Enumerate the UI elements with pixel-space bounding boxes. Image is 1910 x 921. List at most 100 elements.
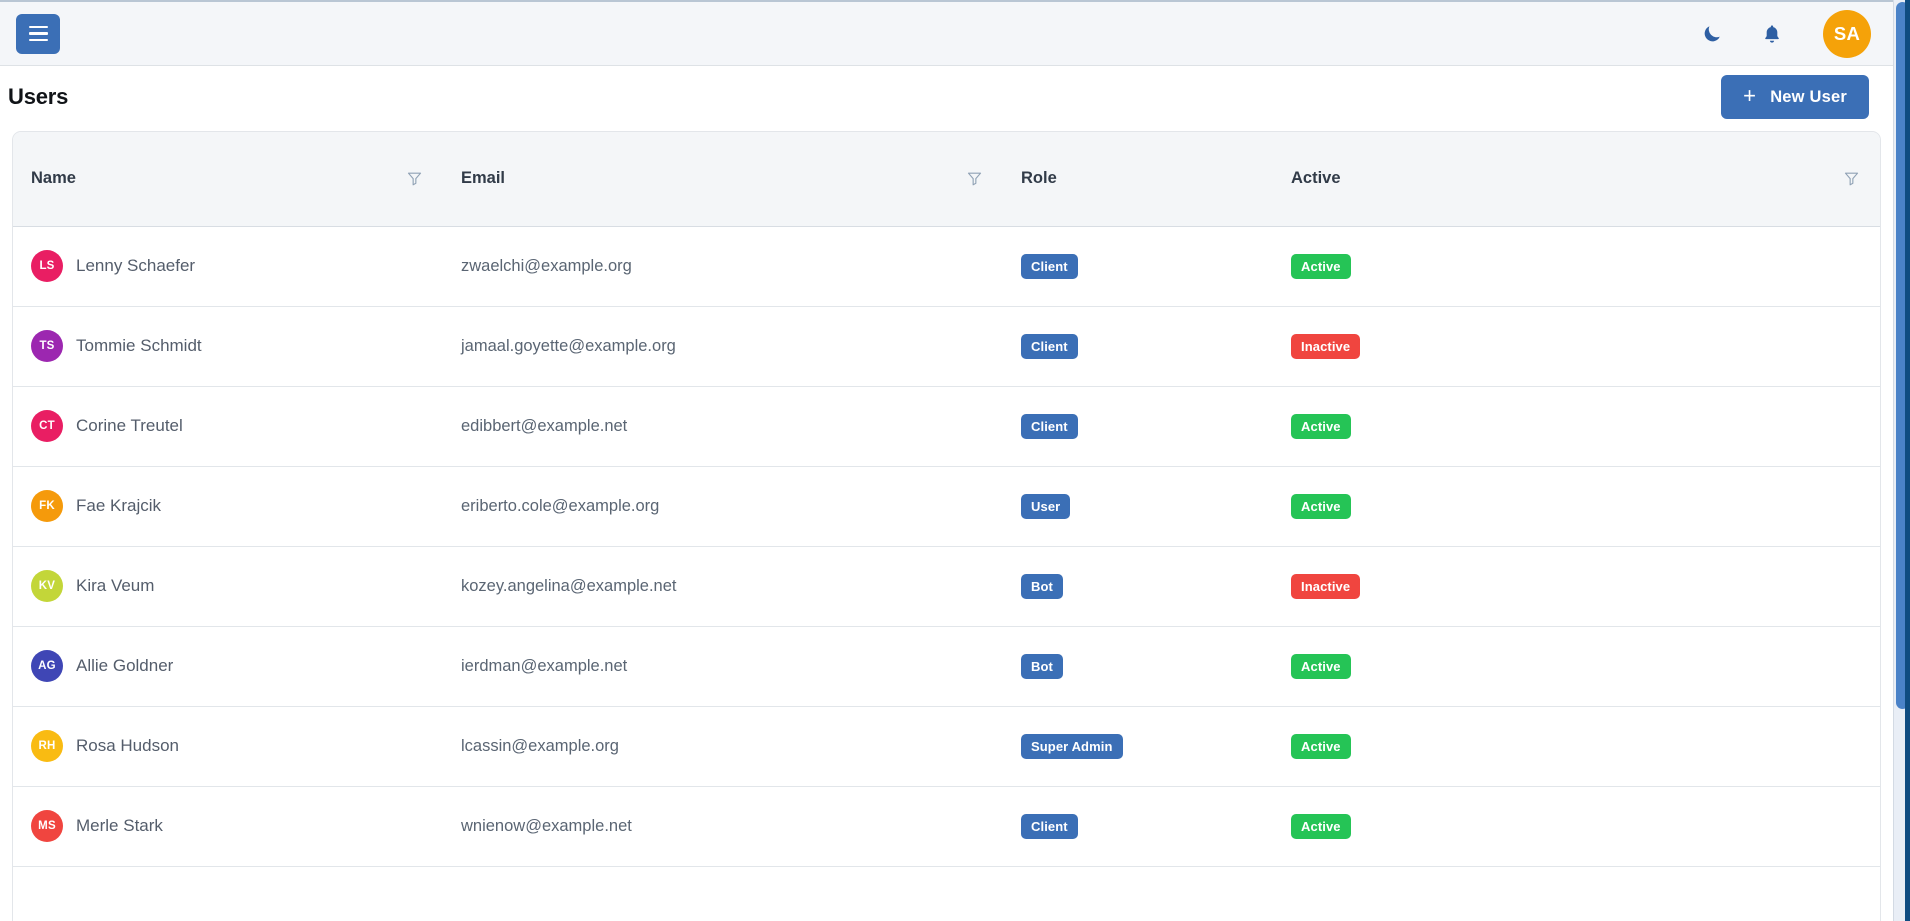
role-badge: Client bbox=[1021, 814, 1078, 839]
cell-active: Active bbox=[1273, 706, 1880, 786]
status-badge: Active bbox=[1291, 654, 1351, 679]
window-edge bbox=[1905, 0, 1910, 921]
cell-role: Super Admin bbox=[1003, 706, 1273, 786]
page-title: Users bbox=[8, 84, 68, 110]
cell-email: edibbert@example.net bbox=[443, 386, 1003, 466]
cell-role: Client bbox=[1003, 306, 1273, 386]
user-name: Lenny Schaefer bbox=[76, 256, 195, 276]
avatar: TS bbox=[31, 330, 63, 362]
avatar: MS bbox=[31, 810, 63, 842]
cell-name: AGAllie Goldner bbox=[13, 626, 443, 706]
user-name: Fae Krajcik bbox=[76, 496, 161, 516]
cell-name: RHRosa Hudson bbox=[13, 706, 443, 786]
table-row[interactable]: AGAllie Goldner ierdman@example.net Bot Act… bbox=[13, 626, 1880, 706]
filter-icon bbox=[1843, 170, 1860, 187]
status-badge: Inactive bbox=[1291, 574, 1360, 599]
column-header-role: Role bbox=[1003, 132, 1273, 226]
role-badge: Client bbox=[1021, 334, 1078, 359]
filter-button-email[interactable] bbox=[963, 168, 985, 190]
cell-name: LSLenny Schaefer bbox=[13, 226, 443, 306]
users-page: SA Users + New User Name bbox=[0, 0, 1910, 921]
name-cell: RHRosa Hudson bbox=[31, 730, 425, 762]
name-cell: MS Merle Stark bbox=[31, 810, 425, 842]
name-cell: CT Corine Treutel bbox=[31, 410, 425, 442]
notifications-button[interactable] bbox=[1759, 21, 1785, 47]
name-cell: LSLenny Schaefer bbox=[31, 250, 425, 282]
users-table-body: LSLenny Schaeferzwaelchi@example.orgClie… bbox=[13, 226, 1880, 866]
user-email: jamaal.goyette@example.org bbox=[461, 337, 676, 355]
cell-active: Inactive bbox=[1273, 546, 1880, 626]
cell-active: Active bbox=[1273, 386, 1880, 466]
cell-email: jamaal.goyette@example.org bbox=[443, 306, 1003, 386]
cell-email: wnienow@example.net bbox=[443, 786, 1003, 866]
cell-email: kozey.angelina@example.net bbox=[443, 546, 1003, 626]
user-name: Rosa Hudson bbox=[76, 736, 179, 756]
menu-toggle-button[interactable] bbox=[16, 14, 60, 54]
table-row[interactable]: RHRosa Hudson lcassin@example.org Super Ad… bbox=[13, 706, 1880, 786]
name-cell: KV Kira Veum bbox=[31, 570, 425, 602]
user-avatar-initials: SA bbox=[1834, 23, 1860, 45]
user-name: Corine Treutel bbox=[76, 416, 183, 436]
user-email: edibbert@example.net bbox=[461, 417, 627, 435]
filter-button-active[interactable] bbox=[1840, 168, 1862, 190]
users-table: Name Email bbox=[13, 132, 1880, 867]
hamburger-icon-bar bbox=[29, 26, 48, 29]
user-email: lcassin@example.org bbox=[461, 737, 619, 755]
cell-name: KV Kira Veum bbox=[13, 546, 443, 626]
column-header-role-label: Role bbox=[1021, 169, 1057, 188]
cell-role: User bbox=[1003, 466, 1273, 546]
cell-email: zwaelchi@example.org bbox=[443, 226, 1003, 306]
user-name: Merle Stark bbox=[76, 816, 163, 836]
cell-active: Active bbox=[1273, 226, 1880, 306]
user-name: Kira Veum bbox=[76, 576, 154, 596]
plus-icon: + bbox=[1743, 85, 1756, 107]
column-header-email-label: Email bbox=[461, 169, 505, 188]
table-row[interactable]: MSMerle Starkwnienow@example.netClientAc… bbox=[13, 786, 1880, 866]
cell-name: CT Corine Treutel bbox=[13, 386, 443, 466]
top-navbar: SA bbox=[0, 0, 1893, 66]
name-cell: TS Tommie Schmidt bbox=[31, 330, 425, 362]
cell-active: Inactive bbox=[1273, 306, 1880, 386]
bell-icon bbox=[1761, 23, 1783, 45]
cell-name: MS Merle Stark bbox=[13, 786, 443, 866]
table-row[interactable]: KV Kira Veum kozey.angelina@example.net Bot… bbox=[13, 546, 1880, 626]
users-table-card: Name Email bbox=[12, 131, 1881, 921]
column-header-active: Active bbox=[1273, 132, 1880, 226]
column-header-name: Name bbox=[13, 132, 443, 226]
role-badge: Super Admin bbox=[1021, 734, 1123, 759]
table-row[interactable]: LSLenny Schaeferzwaelchi@example.orgClie… bbox=[13, 226, 1880, 306]
cell-active: Active bbox=[1273, 626, 1880, 706]
cell-name: FK Fae Krajcik bbox=[13, 466, 443, 546]
cell-role: Bot bbox=[1003, 626, 1273, 706]
column-header-name-label: Name bbox=[31, 169, 76, 188]
filter-icon bbox=[406, 170, 423, 187]
role-badge: User bbox=[1021, 494, 1070, 519]
user-name: Tommie Schmidt bbox=[76, 336, 202, 356]
cell-role: Client bbox=[1003, 386, 1273, 466]
filter-button-name[interactable] bbox=[403, 168, 425, 190]
page-header: Users + New User bbox=[0, 66, 1893, 128]
cell-role: Bot bbox=[1003, 546, 1273, 626]
new-user-button[interactable]: + New User bbox=[1721, 75, 1869, 119]
user-email: ierdman@example.net bbox=[461, 657, 627, 675]
user-name: Allie Goldner bbox=[76, 656, 173, 676]
avatar: CT bbox=[31, 410, 63, 442]
avatar: FK bbox=[31, 490, 63, 522]
new-user-button-label: New User bbox=[1770, 88, 1847, 107]
role-badge: Bot bbox=[1021, 574, 1063, 599]
hamburger-icon-bar bbox=[29, 32, 48, 35]
status-badge: Active bbox=[1291, 494, 1351, 519]
cell-email: eriberto.cole@example.org bbox=[443, 466, 1003, 546]
cell-email: lcassin@example.org bbox=[443, 706, 1003, 786]
cell-email: ierdman@example.net bbox=[443, 626, 1003, 706]
status-badge: Active bbox=[1291, 414, 1351, 439]
user-email: wnienow@example.net bbox=[461, 817, 632, 835]
user-avatar[interactable]: SA bbox=[1823, 10, 1871, 58]
table-row[interactable]: CT Corine Treutel edibbert@example.net Clie… bbox=[13, 386, 1880, 466]
status-badge: Inactive bbox=[1291, 334, 1360, 359]
avatar: KV bbox=[31, 570, 63, 602]
navbar-actions: SA bbox=[1699, 10, 1871, 58]
table-row[interactable]: TS Tommie Schmidt jamaal.goyette@example.o… bbox=[13, 306, 1880, 386]
dark-mode-toggle-button[interactable] bbox=[1699, 21, 1725, 47]
table-row[interactable]: FK Fae Krajcik eriberto.cole@example.org Us… bbox=[13, 466, 1880, 546]
